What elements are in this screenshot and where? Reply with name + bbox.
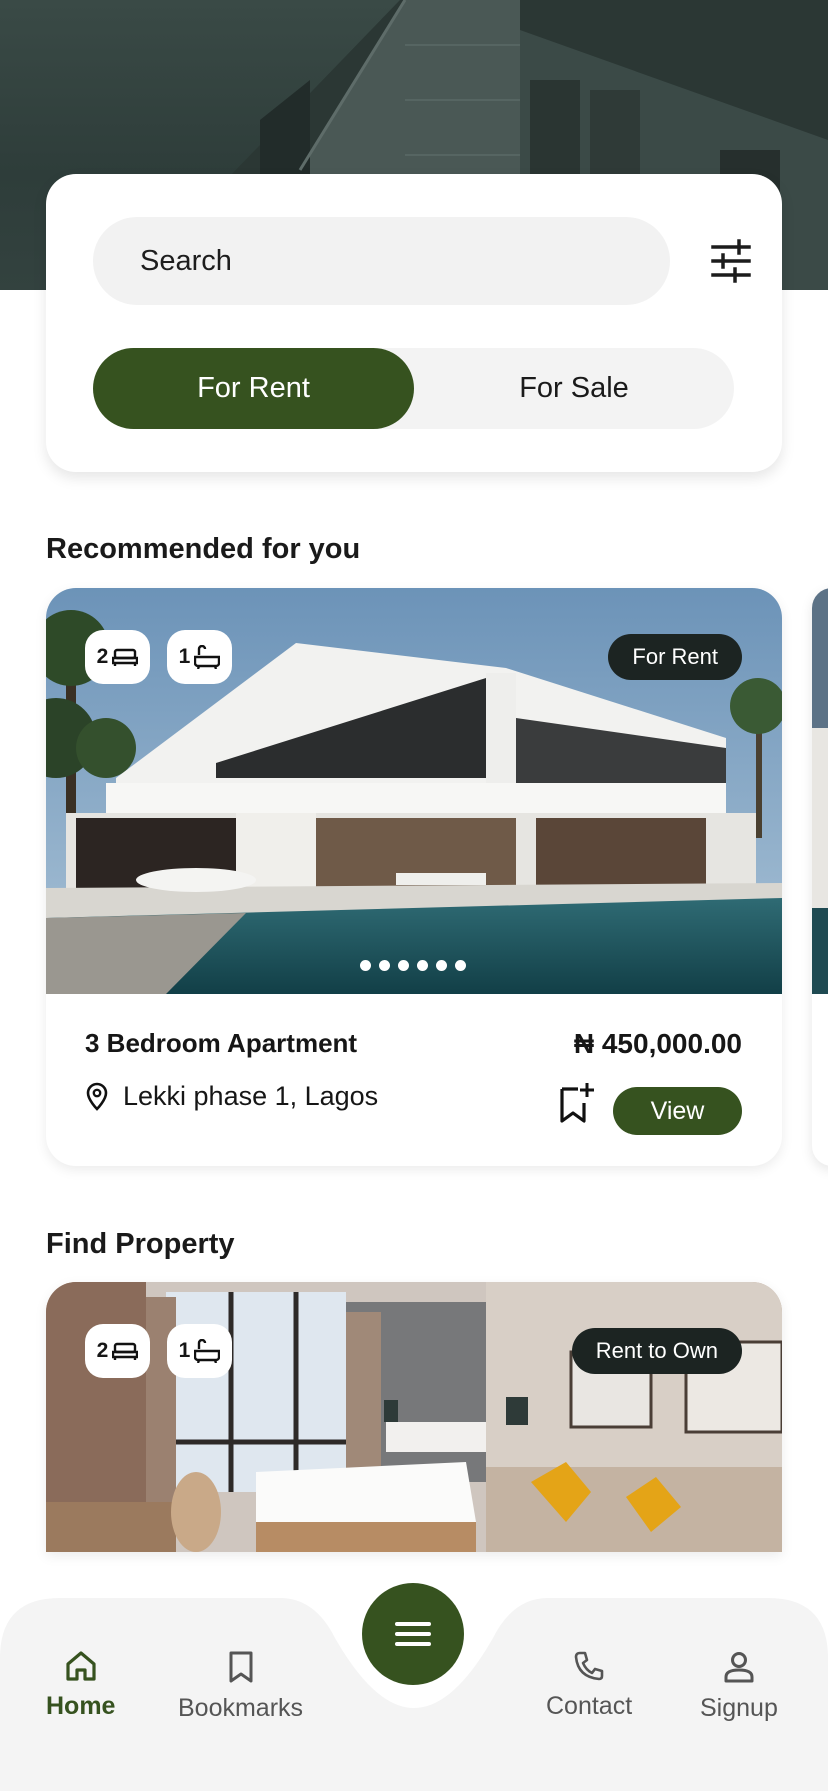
carousel-dot[interactable] <box>417 960 428 971</box>
carousel-dot[interactable] <box>436 960 447 971</box>
nav-bookmarks-label: Bookmarks <box>178 1694 304 1722</box>
for-rent-tab[interactable]: For Rent <box>93 348 414 429</box>
next-property-image <box>812 588 828 994</box>
bed-icon <box>112 648 139 666</box>
property-card[interactable]: 2 1 For Rent 3 Bedroom Apartment ₦ 450,0… <box>46 588 782 1166</box>
property-image[interactable]: 2 1 Rent to Own <box>46 1282 782 1552</box>
listing-type-toggle: For Rent For Sale <box>93 348 734 429</box>
nav-bookmarks[interactable]: Bookmarks <box>178 1650 303 1723</box>
add-bookmark-button[interactable] <box>556 1081 596 1125</box>
bedroom-count: 2 <box>96 645 109 668</box>
nav-home-label: Home <box>46 1692 116 1720</box>
phone-icon <box>574 1651 604 1681</box>
bathroom-chip: 1 <box>167 1324 232 1378</box>
bedroom-chip: 2 <box>85 1324 150 1378</box>
sliders-icon <box>711 239 751 283</box>
nav-signup[interactable]: Signup <box>700 1650 778 1723</box>
bookmark-add-icon <box>560 1083 594 1123</box>
bathtub-icon <box>194 645 221 669</box>
listing-tag: Rent to Own <box>571 1328 742 1374</box>
bedroom-photo <box>46 1282 782 1552</box>
property-image[interactable]: 2 1 For Rent <box>46 588 782 994</box>
carousel-dot[interactable] <box>455 960 466 971</box>
carousel-dot[interactable] <box>398 960 409 971</box>
bedroom-count: 2 <box>96 1339 109 1362</box>
nav-contact-label: Contact <box>546 1692 633 1720</box>
hamburger-menu-icon <box>395 1622 431 1646</box>
bathroom-count: 1 <box>178 1339 191 1362</box>
bathroom-count: 1 <box>178 645 191 668</box>
home-icon <box>66 1651 96 1681</box>
filter-button[interactable] <box>707 237 755 285</box>
bathroom-chip: 1 <box>167 630 232 684</box>
carousel-dot[interactable] <box>379 960 390 971</box>
property-location: Lekki phase 1, Lagos <box>85 1081 378 1112</box>
bookmark-icon <box>229 1651 253 1683</box>
bedroom-chip: 2 <box>85 630 150 684</box>
bathtub-icon <box>194 1339 221 1363</box>
next-property-card[interactable] <box>812 588 828 1166</box>
listing-tag: For Rent <box>608 634 742 680</box>
bed-icon <box>112 1342 139 1360</box>
carousel-dot[interactable] <box>360 960 371 971</box>
person-icon <box>724 1652 754 1683</box>
property-title: 3 Bedroom Apartment <box>85 1028 358 1058</box>
find-property-section-title: Find Property <box>46 1228 235 1260</box>
nav-signup-label: Signup <box>700 1694 778 1722</box>
search-input[interactable]: Search <box>93 217 670 305</box>
view-button[interactable]: View <box>613 1087 742 1135</box>
property-price: ₦ 450,000.00 <box>573 1028 742 1059</box>
nav-contact[interactable]: Contact <box>546 1650 632 1721</box>
menu-fab-button[interactable] <box>362 1583 464 1685</box>
location-pin-icon <box>86 1082 108 1111</box>
for-sale-tab[interactable]: For Sale <box>414 348 734 429</box>
property-card[interactable]: 2 1 Rent to Own <box>46 1282 782 1552</box>
location-text: Lekki phase 1, Lagos <box>123 1081 379 1111</box>
nav-home[interactable]: Home <box>46 1650 115 1721</box>
carousel-dots[interactable] <box>360 960 466 971</box>
search-card: Search For Rent For Sale <box>46 174 782 472</box>
recommended-section-title: Recommended for you <box>46 533 361 565</box>
